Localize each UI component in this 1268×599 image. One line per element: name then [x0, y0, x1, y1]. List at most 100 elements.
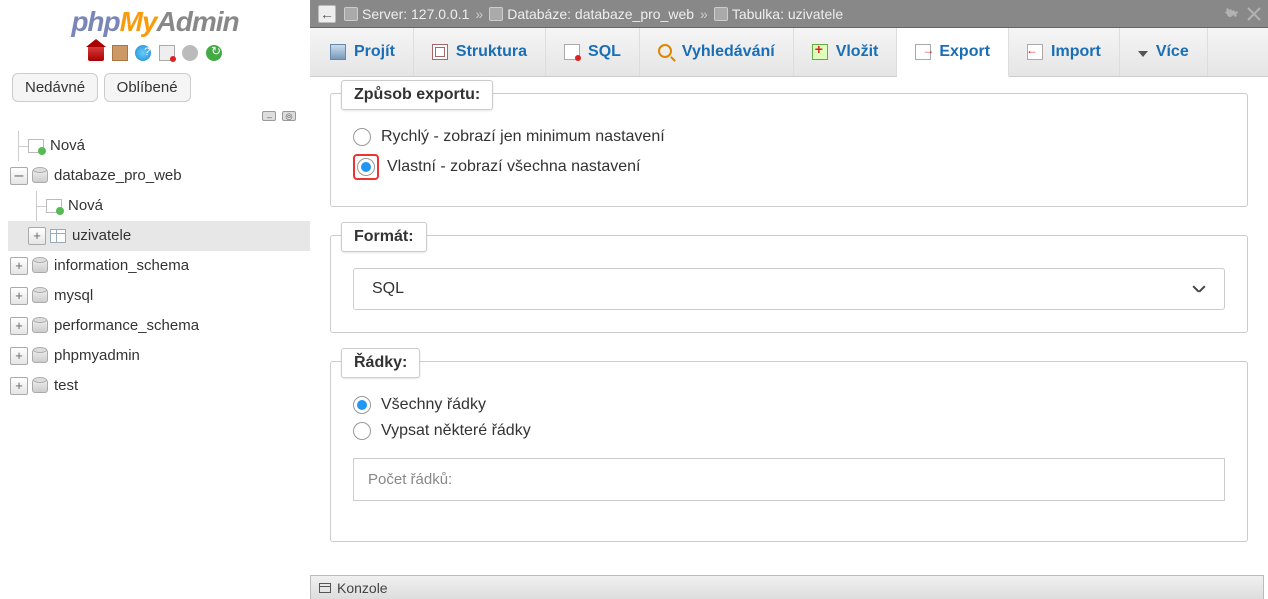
- table-icon: [50, 229, 66, 243]
- label: Nová: [50, 137, 85, 154]
- expand-icon[interactable]: +: [10, 317, 28, 335]
- search-icon: [658, 44, 674, 60]
- collapse-icon[interactable]: –: [10, 167, 28, 185]
- tab-search[interactable]: Vyhledávání: [640, 28, 794, 76]
- expand-icon[interactable]: +: [10, 257, 28, 275]
- radio-some-rows-row[interactable]: Vypsat některé řádky: [353, 422, 1225, 440]
- browse-icon: [330, 44, 346, 60]
- bc-server[interactable]: Server: 127.0.0.1: [362, 6, 469, 22]
- tab-browse[interactable]: Projít: [312, 28, 414, 76]
- help-icon[interactable]: [135, 45, 151, 61]
- label: performance_schema: [54, 317, 199, 334]
- radio-custom-label: Vlastní - zobrazí všechna nastavení: [387, 158, 640, 176]
- label: uzivatele: [72, 227, 131, 244]
- logo-admin: Admin: [157, 6, 239, 37]
- expand-icon[interactable]: +: [28, 227, 46, 245]
- favorites-button[interactable]: Oblíbené: [104, 73, 191, 102]
- database-icon: [32, 259, 48, 273]
- radio-quick-label: Rychlý - zobrazí jen minimum nastavení: [381, 128, 665, 146]
- server-icon: [344, 7, 358, 21]
- home-icon[interactable]: [88, 45, 104, 61]
- expand-icon[interactable]: +: [10, 347, 28, 365]
- logout-icon[interactable]: [112, 45, 128, 61]
- export-method-fieldset: Způsob exportu: Rychlý - zobrazí jen min…: [330, 93, 1248, 207]
- bc-table[interactable]: Tabulka: uzivatele: [732, 6, 843, 22]
- database-icon: [489, 7, 503, 21]
- insert-icon: [812, 44, 828, 60]
- separator: »: [475, 6, 483, 22]
- expand-icon[interactable]: +: [10, 287, 28, 305]
- back-button[interactable]: ←: [318, 5, 336, 23]
- export-method-legend: Způsob exportu:: [341, 80, 493, 110]
- tree-table-uzivatele[interactable]: + uzivatele: [8, 221, 310, 251]
- radio-some-label: Vypsat některé řádky: [381, 422, 531, 440]
- tree-db-test[interactable]: + test: [8, 371, 310, 401]
- radio-quick-row[interactable]: Rychlý - zobrazí jen minimum nastavení: [353, 128, 1225, 146]
- separator: »: [700, 6, 708, 22]
- database-icon: [32, 169, 48, 183]
- recent-button[interactable]: Nedávné: [12, 73, 98, 102]
- reload-icon[interactable]: [206, 45, 222, 61]
- tree-db-databaze-pro-web[interactable]: – databaze_pro_web: [8, 161, 310, 191]
- label: phpmyadmin: [54, 347, 140, 364]
- console-icon: [319, 583, 331, 593]
- database-icon: [32, 349, 48, 363]
- console-bar[interactable]: Konzole: [310, 575, 1264, 599]
- radio-custom-row[interactable]: Vlastní - zobrazí všechna nastavení: [353, 154, 1225, 180]
- tab-more[interactable]: Více: [1120, 28, 1208, 76]
- console-label: Konzole: [337, 580, 388, 596]
- settings-icon[interactable]: [182, 45, 198, 61]
- page-settings-icon[interactable]: [1222, 6, 1238, 22]
- logo[interactable]: phpMyAdmin: [0, 0, 310, 40]
- radio-quick[interactable]: [353, 128, 371, 146]
- query-window-icon[interactable]: [159, 45, 175, 61]
- chevron-down-icon: [1192, 282, 1206, 296]
- tab-export[interactable]: Export: [897, 28, 1009, 77]
- link-icon[interactable]: ⦾: [282, 111, 296, 121]
- tree-db-information-schema[interactable]: + information_schema: [8, 251, 310, 281]
- tab-structure[interactable]: Struktura: [414, 28, 546, 76]
- label: test: [54, 377, 78, 394]
- radio-all-label: Všechny řádky: [381, 396, 486, 414]
- row-count-box: Počet řádků:: [353, 458, 1225, 501]
- tab-insert[interactable]: Vložit: [794, 28, 898, 76]
- format-fieldset: Formát: SQL: [330, 235, 1248, 333]
- new-table-icon: [46, 199, 62, 213]
- radio-some-rows[interactable]: [353, 422, 371, 440]
- logo-php: php: [71, 6, 119, 37]
- label: Nová: [68, 197, 103, 214]
- collapse-all-icon[interactable]: –: [262, 111, 276, 121]
- exit-icon[interactable]: [1246, 6, 1262, 22]
- content: Způsob exportu: Rychlý - zobrazí jen min…: [310, 77, 1268, 599]
- tree-db-performance-schema[interactable]: + performance_schema: [8, 311, 310, 341]
- expand-icon[interactable]: +: [10, 377, 28, 395]
- sidebar: phpMyAdmin Nedávné Oblíbené – ⦾ Nová –: [0, 0, 310, 599]
- tree-new-table[interactable]: Nová: [8, 191, 310, 221]
- sidebar-toolbar: [0, 40, 310, 69]
- radio-custom[interactable]: [357, 158, 375, 176]
- tab-sql[interactable]: SQL: [546, 28, 640, 76]
- tree-db-mysql[interactable]: + mysql: [8, 281, 310, 311]
- tab-import[interactable]: Import: [1009, 28, 1120, 76]
- rows-fieldset: Řádky: Všechny řádky Vypsat některé řádk…: [330, 361, 1248, 542]
- export-icon: [915, 44, 931, 60]
- breadcrumb: ← Server: 127.0.0.1 » Databáze: databaze…: [310, 0, 1268, 28]
- logo-my: My: [120, 6, 157, 37]
- tree-new-db[interactable]: Nová: [8, 131, 310, 161]
- new-db-icon: [28, 139, 44, 153]
- import-icon: [1027, 44, 1043, 60]
- label: databaze_pro_web: [54, 167, 182, 184]
- label: mysql: [54, 287, 93, 304]
- label: information_schema: [54, 257, 189, 274]
- radio-all-rows[interactable]: [353, 396, 371, 414]
- database-icon: [32, 289, 48, 303]
- format-select[interactable]: SQL: [353, 268, 1225, 310]
- tree-db-phpmyadmin[interactable]: + phpmyadmin: [8, 341, 310, 371]
- sql-icon: [564, 44, 580, 60]
- radio-all-rows-row[interactable]: Všechny řádky: [353, 396, 1225, 414]
- structure-icon: [432, 44, 448, 60]
- format-legend: Formát:: [341, 222, 427, 252]
- bc-database[interactable]: Databáze: databaze_pro_web: [507, 6, 694, 22]
- tab-bar: Projít Struktura SQL Vyhledávání Vložit …: [310, 28, 1268, 77]
- nav-tree: Nová – databaze_pro_web Nová + uzivatele…: [0, 127, 310, 401]
